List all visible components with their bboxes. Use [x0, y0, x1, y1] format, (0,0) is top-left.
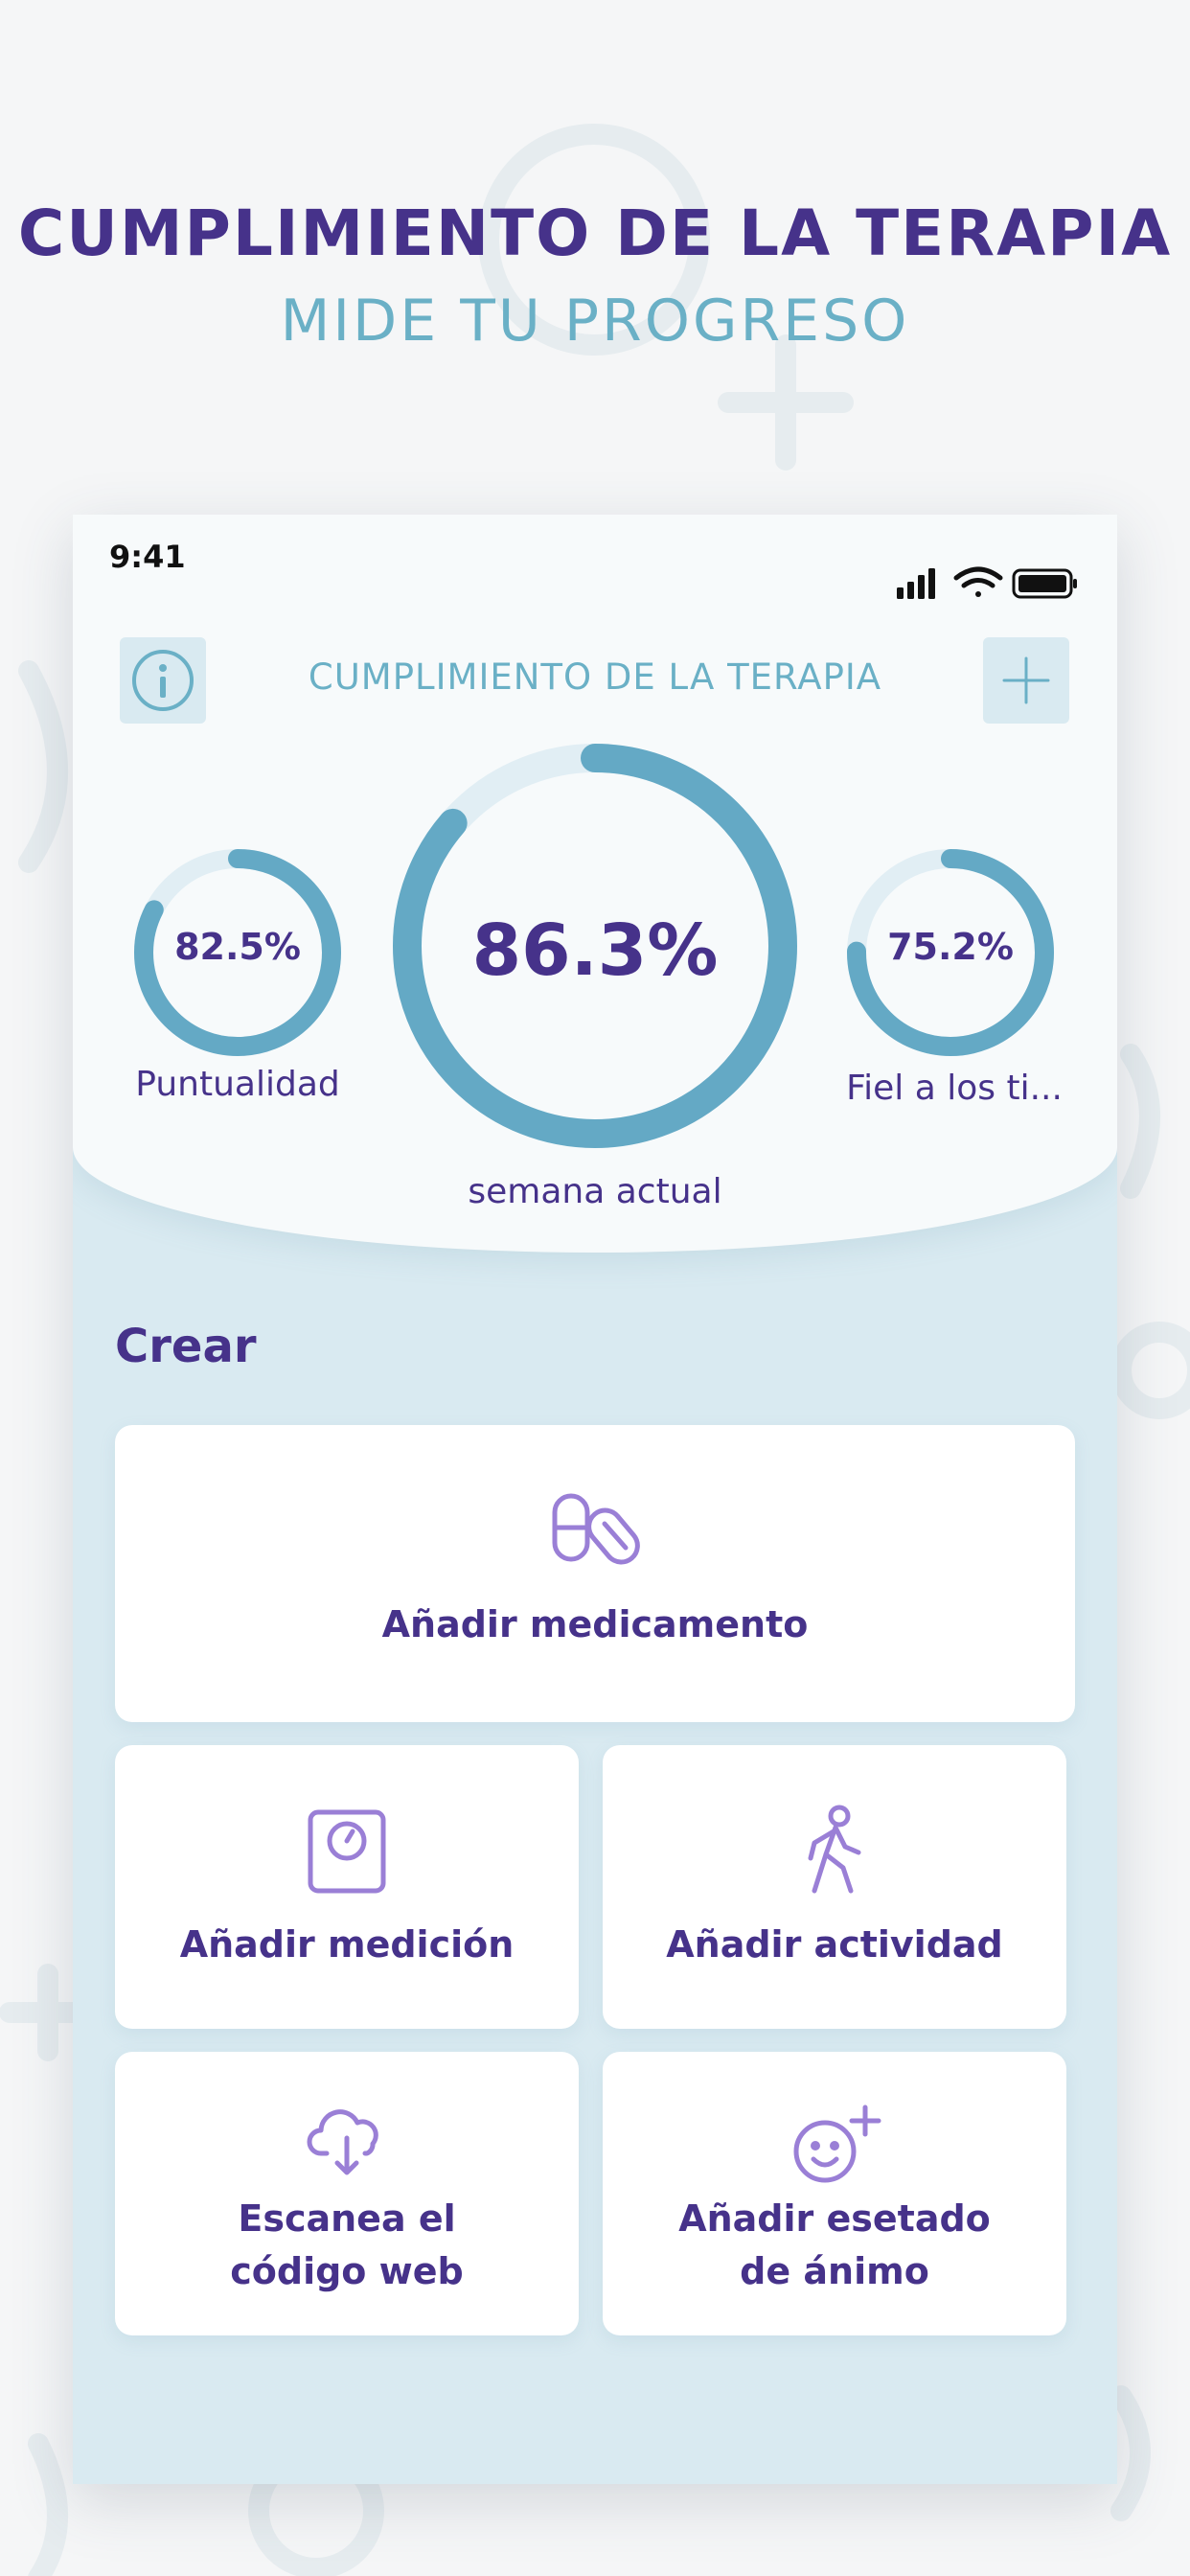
promo-title: CUMPLIMIENTO DE LA TERAPIA [17, 196, 1173, 270]
add-button[interactable] [983, 637, 1069, 724]
weekly-compliance-value: 86.3% [471, 909, 719, 992]
faithful-times-value: 75.2% [887, 926, 1014, 968]
add-mood-label-line1: Añadir esetado [678, 2197, 991, 2240]
smiley-plus-icon [793, 2104, 881, 2183]
faithful-times-ring[interactable]: 75.2% [845, 847, 1056, 1058]
add-mood-label-line2: de ánimo [740, 2250, 929, 2292]
screen-title: CUMPLIMIENTO DE LA TERAPIA [308, 656, 882, 698]
wifi-icon [953, 566, 1003, 597]
add-medication-card[interactable]: Añadir medicamento [115, 1425, 1075, 1722]
battery-icon [1012, 568, 1077, 599]
scan-web-code-card[interactable]: Escanea el código web [115, 2052, 579, 2335]
info-button[interactable] [120, 637, 206, 724]
pills-icon [552, 1493, 640, 1565]
add-activity-card[interactable]: Añadir actividad [603, 1745, 1066, 2029]
phone-screen: 9:41 CUMPLIMIENTO DE LA TERAPIA 82.5% Pu… [73, 515, 1117, 2484]
weekly-compliance-ring[interactable]: 86.3% [391, 742, 799, 1150]
scan-web-code-label-line2: código web [230, 2250, 464, 2292]
add-activity-label: Añadir actividad [666, 1923, 1003, 1966]
signal-icon [897, 568, 935, 599]
weekly-compliance-label: semana actual [468, 1172, 722, 1211]
punctuality-label: Puntualidad [135, 1065, 340, 1104]
info-icon [132, 650, 194, 711]
promo-subtitle: MIDE TU PROGRESO [280, 288, 910, 355]
punctuality-value: 82.5% [174, 926, 301, 968]
summary-panel: 9:41 CUMPLIMIENTO DE LA TERAPIA 82.5% Pu… [73, 515, 1117, 1253]
add-mood-card[interactable]: Añadir esetado de ánimo [603, 2052, 1066, 2335]
add-medication-label: Añadir medicamento [381, 1603, 809, 1645]
add-measurement-label: Añadir medición [179, 1923, 515, 1966]
punctuality-ring[interactable]: 82.5% [132, 847, 343, 1058]
status-icons [897, 566, 1077, 599]
cloud-download-icon [307, 2109, 378, 2175]
faithful-times-label: Fiel a los ti... [846, 1069, 1063, 1108]
status-time: 9:41 [109, 539, 186, 575]
scale-icon [308, 1809, 386, 1894]
add-measurement-card[interactable]: Añadir medición [115, 1745, 579, 2029]
create-section-title: Crear [115, 1320, 257, 1373]
walking-icon [808, 1805, 861, 1894]
plus-icon [1002, 656, 1050, 704]
scan-web-code-label-line1: Escanea el [238, 2197, 456, 2240]
